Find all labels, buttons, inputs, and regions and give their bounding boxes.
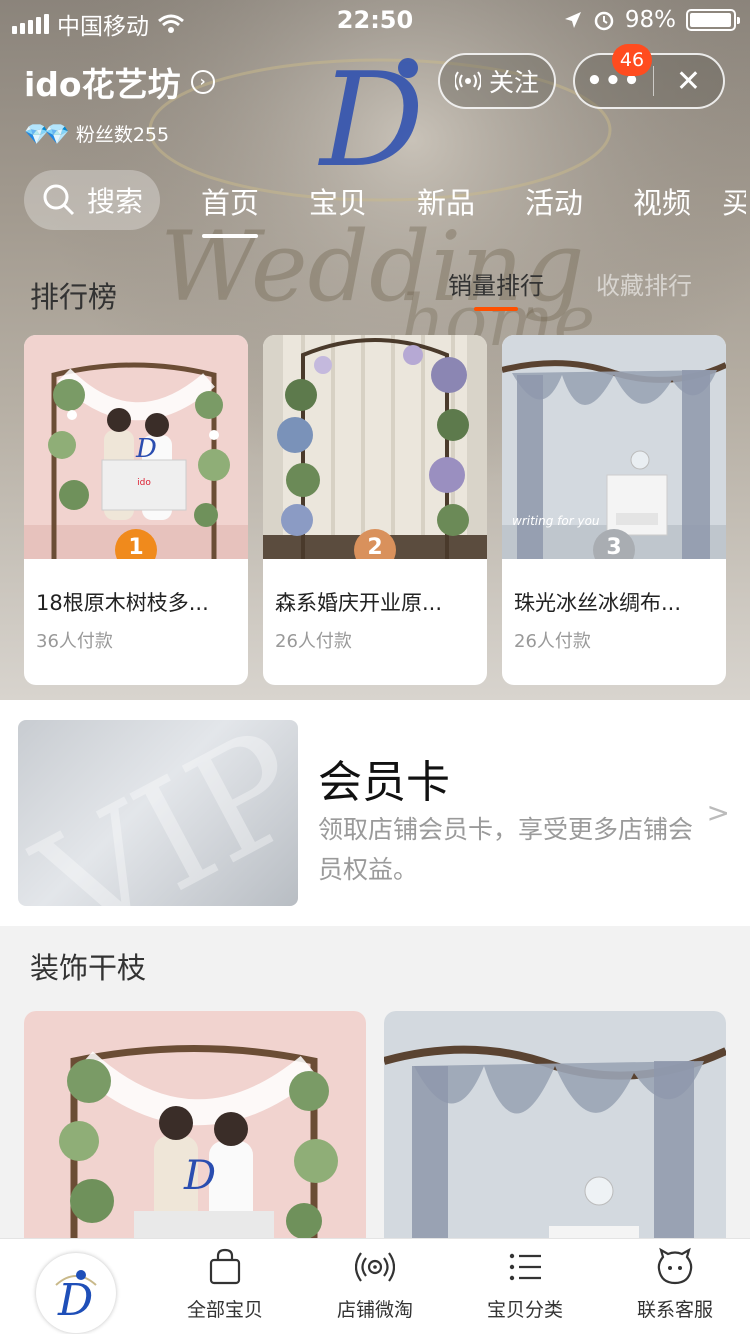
tab-sales-ranking[interactable]: 销量排行 bbox=[448, 266, 544, 311]
tab-categories[interactable]: 宝贝分类 bbox=[465, 1247, 585, 1322]
shop-header: D Wedding home 中国移动 22:50 98% ido花艺坊 › 💎… bbox=[0, 0, 750, 700]
sales-count: 26人付款 bbox=[275, 631, 352, 652]
ranking-card[interactable]: 2 森系婚庆开业原... 26人付款 bbox=[263, 335, 487, 685]
notification-badge: 46 bbox=[612, 44, 652, 76]
search-button[interactable]: 搜索 bbox=[24, 170, 160, 230]
tab-label: 全部宝贝 bbox=[186, 1299, 263, 1321]
ranking-card[interactable]: ido D 1 18根原木树枝多... 36人付款 bbox=[24, 335, 248, 685]
tab-buyer-show[interactable]: 买 bbox=[716, 180, 746, 222]
ranking-card[interactable]: writing for you 3 珠光冰丝冰绸布... 26人付款 bbox=[502, 335, 726, 685]
vip-watermark: VIP bbox=[18, 720, 298, 906]
ranking-title: 排行榜 bbox=[30, 280, 118, 314]
product-image: ido D 1 bbox=[24, 335, 248, 559]
rank-number: 3 bbox=[606, 535, 622, 559]
member-card-title: 会员卡 bbox=[318, 757, 450, 808]
svg-text:D: D bbox=[183, 1153, 216, 1199]
tab-shop-feed[interactable]: 店铺微淘 bbox=[315, 1247, 435, 1322]
product-image: 2 bbox=[263, 335, 487, 559]
broadcast-icon bbox=[454, 71, 481, 91]
product-name: 18根原木树枝多... bbox=[36, 591, 209, 615]
product-name: 森系婚庆开业原... bbox=[275, 591, 443, 615]
category-title: 装饰干枝 bbox=[30, 951, 147, 985]
tab-activity[interactable]: 活动 bbox=[500, 180, 608, 222]
broadcast-icon bbox=[355, 1252, 395, 1282]
status-bar: 中国移动 22:50 98% bbox=[0, 0, 750, 40]
rank-number: 2 bbox=[367, 535, 383, 559]
tab-label: 宝贝分类 bbox=[486, 1299, 563, 1321]
product-image: D bbox=[24, 1011, 366, 1251]
product-image: writing for you 3 bbox=[502, 335, 726, 559]
shop-logo-icon: D bbox=[55, 1270, 97, 1323]
shop-meta: 💎💎 粉丝数255 bbox=[24, 120, 169, 147]
tab-favorites-ranking[interactable]: 收藏排行 bbox=[596, 266, 692, 301]
sales-count: 36人付款 bbox=[36, 631, 113, 652]
rank-number: 1 bbox=[128, 535, 144, 559]
product-card[interactable] bbox=[384, 1011, 726, 1251]
tab-label: 店铺微淘 bbox=[336, 1299, 413, 1321]
alarm-icon bbox=[594, 11, 614, 31]
bottom-tab-bar: D 全部宝贝 店铺微淘 宝贝分类 联系客服 bbox=[0, 1238, 750, 1334]
tab-customer-service[interactable]: 联系客服 bbox=[615, 1247, 735, 1322]
diamond-level-icon: 💎💎 bbox=[24, 121, 70, 146]
search-label: 搜索 bbox=[86, 185, 143, 218]
product-name: 珠光冰丝冰绸布... bbox=[514, 591, 682, 615]
product-image bbox=[384, 1011, 726, 1251]
tab-label: 联系客服 bbox=[636, 1299, 713, 1321]
follow-button[interactable]: 关注 bbox=[438, 53, 556, 109]
rank-medal-icon: 3 bbox=[591, 527, 637, 559]
chevron-right-icon: > bbox=[706, 796, 730, 829]
member-card-banner[interactable]: VIP 会员卡 领取店铺会员卡，享受更多店铺会员权益。 > bbox=[0, 700, 750, 926]
rank-medal-icon: 1 bbox=[113, 527, 159, 559]
rank-medal-icon: 2 bbox=[352, 527, 398, 559]
shop-logo[interactable]: D bbox=[36, 1253, 116, 1333]
product-card[interactable]: D bbox=[24, 1011, 366, 1251]
tab-items[interactable]: 宝贝 bbox=[284, 180, 392, 222]
shopping-bag-icon bbox=[209, 1248, 241, 1285]
svg-text:D: D bbox=[57, 1275, 93, 1323]
svg-text:ido: ido bbox=[137, 478, 151, 488]
sales-count: 26人付款 bbox=[514, 631, 591, 652]
nav-tabs: 首页 宝贝 新品 活动 视频 买 bbox=[176, 180, 746, 238]
svg-text:D: D bbox=[135, 434, 157, 464]
fans-count: 粉丝数255 bbox=[75, 124, 170, 146]
tab-new[interactable]: 新品 bbox=[392, 180, 500, 222]
ranking-list: ido D 1 18根原木树枝多... 36人付款 2 森系婚庆开业原... 2… bbox=[24, 335, 726, 685]
svg-text:writing for you: writing for you bbox=[512, 514, 600, 528]
chat-face-icon bbox=[657, 1247, 693, 1285]
close-icon[interactable]: ✕ bbox=[654, 64, 723, 99]
shop-name-text: ido花艺坊 bbox=[24, 65, 181, 104]
location-icon bbox=[564, 12, 581, 28]
follow-label: 关注 bbox=[488, 68, 539, 97]
search-icon bbox=[43, 184, 75, 216]
tab-all-items[interactable]: 全部宝贝 bbox=[165, 1247, 285, 1322]
battery-icon bbox=[686, 9, 740, 31]
battery-percent: 98% bbox=[624, 7, 676, 33]
member-card-description: 领取店铺会员卡，享受更多店铺会员权益。 bbox=[318, 815, 694, 884]
member-card-image: VIP bbox=[18, 720, 298, 906]
chevron-right-icon: › bbox=[190, 70, 215, 94]
tab-home[interactable]: 首页 bbox=[176, 180, 284, 238]
list-icon bbox=[509, 1253, 541, 1281]
tab-video[interactable]: 视频 bbox=[608, 180, 716, 222]
shop-name[interactable]: ido花艺坊 › bbox=[24, 58, 215, 106]
category-product-list: D bbox=[24, 1011, 726, 1251]
